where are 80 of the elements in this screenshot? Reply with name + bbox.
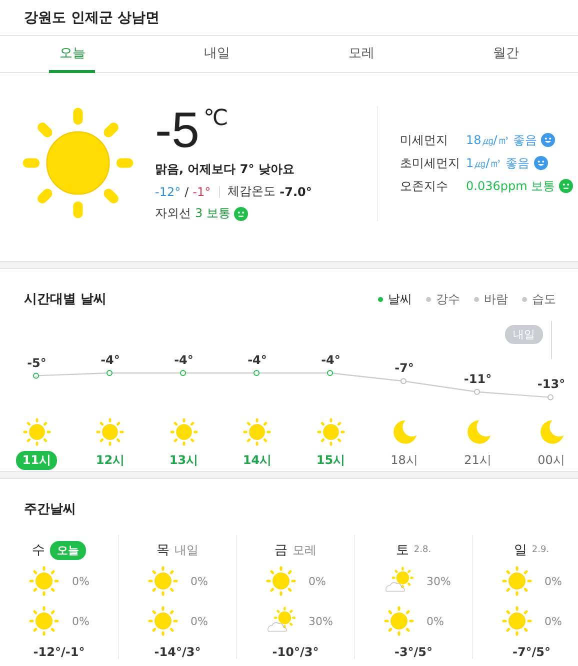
rain-chance: 0%	[190, 614, 209, 628]
rain-chance: 0%	[426, 614, 445, 628]
temperature-range: -12°/-1°	[33, 645, 85, 659]
day-tab[interactable]: 월간	[482, 36, 529, 73]
hour-temperature: -4°	[321, 353, 340, 367]
air-quality-value: 1㎍/㎥ 좋음	[466, 154, 530, 172]
hour-label[interactable]: 13시	[163, 451, 204, 470]
hour-temperature: -5°	[27, 356, 46, 370]
air-quality-label: 미세먼지	[400, 132, 449, 148]
air-quality-value: 0.036ppm 보통	[466, 178, 556, 194]
rain-chance: 0%	[308, 574, 327, 588]
hour-temperature: -4°	[100, 353, 120, 367]
location-title: 강원도 인제군 상남면	[24, 8, 160, 26]
hour-label[interactable]: 15시	[310, 451, 352, 470]
rain-chance: 0%	[190, 574, 209, 588]
legend-tab[interactable]: 습도	[522, 290, 556, 308]
day-tab[interactable]: 내일	[194, 36, 240, 73]
air-quality-label: 초미세먼지	[400, 154, 461, 172]
hour-temperature: -13°	[537, 377, 566, 392]
rain-chance: 0%	[72, 574, 90, 588]
temperature-range: -3°/5°	[394, 645, 433, 659]
legend-tab[interactable]: 바람	[474, 290, 508, 308]
sun-icon	[22, 417, 52, 447]
legend-tab[interactable]: 강수	[426, 290, 460, 308]
weekday-label: 일	[514, 542, 527, 559]
sun-icon	[264, 565, 296, 597]
sun-icon	[500, 605, 532, 637]
weather-summary: 맑음, 어제보다 7° 낮아요	[155, 161, 296, 178]
sun-icon	[168, 417, 199, 447]
hour-label[interactable]: 21시	[458, 451, 498, 470]
current-temperature: -5	[155, 104, 200, 156]
sun-icon	[146, 565, 178, 597]
day-sublabel: 내일	[174, 542, 198, 558]
feels-like-label: 체감온도	[228, 183, 276, 200]
temperature-range: -14°/3°	[154, 645, 201, 659]
sun-icon	[95, 417, 126, 447]
section-title: 주간날씨	[24, 501, 76, 518]
temperature-unit: ℃	[203, 106, 228, 131]
hour-label[interactable]: 14시	[236, 451, 278, 470]
air-quality-label: 오존지수	[400, 178, 449, 194]
day-tab[interactable]: 오늘	[49, 36, 96, 73]
sun-icon	[242, 417, 272, 447]
uv-label: 자외선	[155, 205, 191, 222]
hour-temperature: -11°	[464, 372, 492, 386]
hour-label[interactable]: 00시	[532, 451, 571, 470]
hour-temperature: -4°	[174, 353, 194, 367]
high-temperature: -1°	[192, 184, 211, 198]
weekday-label: 목	[156, 542, 170, 559]
sun-icon	[316, 417, 346, 447]
weekday-label: 토	[396, 542, 409, 559]
section-title: 시간대별 날씨	[24, 291, 107, 308]
weekday-label: 금	[274, 542, 288, 559]
temperature-range: -10°/3°	[272, 645, 319, 659]
rain-chance: 0%	[544, 574, 563, 588]
hour-label[interactable]: 18시	[384, 451, 424, 470]
sun-icon	[28, 605, 60, 637]
range-separator: /	[184, 184, 189, 198]
today-badge: 오늘	[50, 540, 86, 560]
sun-icon	[500, 565, 532, 597]
rain-chance: 30%	[308, 614, 334, 628]
day-sublabel: 2.9.	[532, 545, 550, 555]
hour-temperature: -7°	[394, 361, 414, 376]
feels-like-value: -7.0°	[280, 184, 312, 198]
legend-tab[interactable]: 날씨	[378, 290, 412, 308]
air-quality-value: 18㎍/㎥ 좋음	[466, 132, 538, 148]
rain-chance: 0%	[544, 614, 563, 628]
hour-label[interactable]: 12시	[90, 451, 131, 470]
day-sublabel: 2.8.	[414, 545, 432, 555]
sun-icon	[146, 605, 178, 637]
rain-chance: 30%	[426, 574, 452, 588]
day-sublabel: 모레	[292, 542, 316, 558]
uv-value: 3 보통	[195, 205, 230, 222]
day-tab[interactable]: 모레	[338, 36, 384, 73]
weekday-label: 수	[32, 542, 45, 559]
hour-temperature: -4°	[248, 353, 267, 367]
sun-icon	[28, 565, 60, 597]
sun-icon	[382, 605, 414, 637]
low-temperature: -12°	[155, 184, 181, 198]
rain-chance: 0%	[72, 614, 90, 628]
temperature-range: -7°/5°	[512, 645, 551, 659]
